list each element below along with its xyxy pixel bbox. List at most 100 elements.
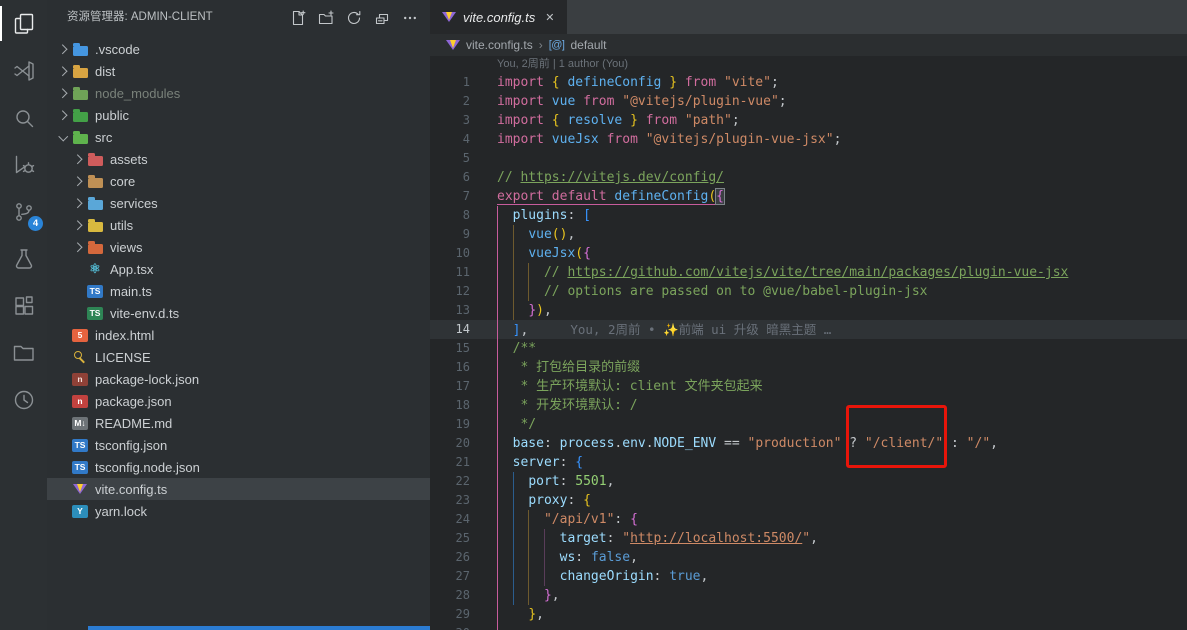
indent-spacer (55, 459, 71, 475)
code-text: plugins: [ (470, 206, 591, 225)
explorer-icon[interactable] (0, 0, 47, 47)
tree-item-yarn.lock[interactable]: Yyarn.lock (47, 500, 430, 522)
tree-item-public[interactable]: public (47, 104, 430, 126)
tree-item-vite-env.d.ts[interactable]: TS vite-env.d.ts (47, 302, 430, 324)
line-number: 22 (430, 472, 470, 491)
collapse-folders-icon[interactable] (372, 8, 392, 28)
tree-item-assets[interactable]: assets (47, 148, 430, 170)
code-line-5[interactable]: 5 (430, 149, 1187, 168)
indent-guide (528, 263, 529, 301)
code-line-10[interactable]: 10 vueJsx({ (430, 244, 1187, 263)
chevron-right-icon (70, 151, 86, 167)
code-line-20[interactable]: 20 base: process.env.NODE_ENV == "produc… (430, 434, 1187, 453)
tree-item-.vscode[interactable]: .vscode (47, 38, 430, 60)
code-line-30[interactable]: 30 (430, 624, 1187, 630)
tab-vite-config[interactable]: vite.config.ts ✕ (430, 0, 567, 34)
file-icon: TS (86, 283, 104, 299)
code-line-9[interactable]: 9 vue(), (430, 225, 1187, 244)
new-folder-icon[interactable] (316, 8, 336, 28)
source-control-icon[interactable]: 4 (0, 188, 47, 235)
line-number: 3 (430, 111, 470, 130)
tree-item-LICENSE[interactable]: LICENSE (47, 346, 430, 368)
code-line-23[interactable]: 23 proxy: { (430, 491, 1187, 510)
tree-item-index.html[interactable]: 5 index.html (47, 324, 430, 346)
code-line-28[interactable]: 28 }, (430, 586, 1187, 605)
line-number: 2 (430, 92, 470, 111)
run-debug-icon[interactable] (0, 141, 47, 188)
code-line-15[interactable]: 15 /** (430, 339, 1187, 358)
tree-item-main.ts[interactable]: TSmain.ts (47, 280, 430, 302)
file-icon: 5 (71, 327, 89, 343)
tree-item-README.md[interactable]: M↓README.md (47, 412, 430, 434)
code-line-19[interactable]: 19 */ (430, 415, 1187, 434)
code-line-16[interactable]: 16 * 打包给目录的前缀 (430, 358, 1187, 377)
code-line-21[interactable]: 21 server: { (430, 453, 1187, 472)
tree-item-label: .vscode (95, 42, 140, 57)
history-icon[interactable] (0, 376, 47, 423)
code-line-1[interactable]: 1import { defineConfig } from "vite"; (430, 73, 1187, 92)
code-line-12[interactable]: 12 // options are passed on to @vue/babe… (430, 282, 1187, 301)
testing-icon[interactable] (0, 235, 47, 282)
vs-logo-icon[interactable] (0, 47, 47, 94)
code-line-4[interactable]: 4import vueJsx from "@vitejs/plugin-vue-… (430, 130, 1187, 149)
code-text: proxy: { (470, 491, 591, 510)
code-line-22[interactable]: 22 port: 5501, (430, 472, 1187, 491)
code-line-29[interactable]: 29 }, (430, 605, 1187, 624)
code-line-3[interactable]: 3import { resolve } from "path"; (430, 111, 1187, 130)
tree-item-node_modules[interactable]: node_modules (47, 82, 430, 104)
code-line-14[interactable]: 14 ],You, 2周前 • ✨前端 ui 升级 暗黑主题 … (430, 320, 1187, 339)
code-line-24[interactable]: 24 "/api/v1": { (430, 510, 1187, 529)
tree-item-core[interactable]: core (47, 170, 430, 192)
tree-item-label: tsconfig.json (95, 438, 167, 453)
code-line-6[interactable]: 6// https://vitejs.dev/config/ (430, 168, 1187, 187)
tree-item-utils[interactable]: utils (47, 214, 430, 236)
line-number: 24 (430, 510, 470, 529)
file-icon: TS (86, 305, 104, 321)
new-file-icon[interactable] (288, 8, 308, 28)
code-line-8[interactable]: 8 plugins: [ (430, 206, 1187, 225)
close-icon[interactable]: ✕ (542, 9, 557, 26)
tree-item-tsconfig.json[interactable]: TStsconfig.json (47, 434, 430, 456)
tree-item-label: LICENSE (95, 350, 151, 365)
code-line-17[interactable]: 17 * 生产环境默认: client 文件夹包起来 (430, 377, 1187, 396)
tree-item-label: index.html (95, 328, 154, 343)
breadcrumb-symbol[interactable]: default (570, 38, 606, 52)
tree-item-services[interactable]: services (47, 192, 430, 214)
tree-item-label: vite-env.d.ts (110, 306, 179, 321)
folder-icon (71, 41, 89, 57)
chevron-right-icon (70, 173, 86, 189)
tab-bar: vite.config.ts ✕ (430, 0, 1187, 34)
tree-item-vite.config.ts[interactable]: vite.config.ts (47, 478, 430, 500)
code-text: // https://github.com/vitejs/vite/tree/m… (470, 263, 1068, 282)
more-actions-icon[interactable] (400, 8, 420, 28)
tree-item-dist[interactable]: dist (47, 60, 430, 82)
tree-item-App.tsx[interactable]: ⚛App.tsx (47, 258, 430, 280)
code-text: import { resolve } from "path"; (470, 111, 740, 130)
folder-icon (86, 173, 104, 189)
extensions-icon[interactable] (0, 282, 47, 329)
tree-item-package-lock.json[interactable]: npackage-lock.json (47, 368, 430, 390)
breadcrumb-file[interactable]: vite.config.ts (466, 38, 533, 52)
line-number: 7 (430, 187, 470, 206)
code-line-18[interactable]: 18 * 开发环境默认: / (430, 396, 1187, 415)
code-line-13[interactable]: 13 }), (430, 301, 1187, 320)
code-line-7[interactable]: 7export default defineConfig({ (430, 187, 1187, 206)
code-line-2[interactable]: 2import vue from "@vitejs/plugin-vue"; (430, 92, 1187, 111)
code-line-11[interactable]: 11 // https://github.com/vitejs/vite/tre… (430, 263, 1187, 282)
line-number: 8 (430, 206, 470, 225)
chevron-right-icon (70, 195, 86, 211)
chevron-right-icon (55, 63, 71, 79)
tree-item-views[interactable]: views (47, 236, 430, 258)
tree-item-label: public (95, 108, 129, 123)
indent-spacer (70, 261, 86, 277)
tree-item-src[interactable]: src (47, 126, 430, 148)
project-folder-icon[interactable] (0, 329, 47, 376)
tree-item-package.json[interactable]: npackage.json (47, 390, 430, 412)
chevron-right-icon (70, 217, 86, 233)
codelens-blame[interactable]: You, 2周前 | 1 author (You) (430, 56, 1187, 73)
search-icon[interactable] (0, 94, 47, 141)
code-editor[interactable]: You, 2周前 | 1 author (You)1import { defin… (430, 56, 1187, 630)
refresh-explorer-icon[interactable] (344, 8, 364, 28)
tree-item-tsconfig.node.json[interactable]: TStsconfig.node.json (47, 456, 430, 478)
tree-item-label: views (110, 240, 143, 255)
